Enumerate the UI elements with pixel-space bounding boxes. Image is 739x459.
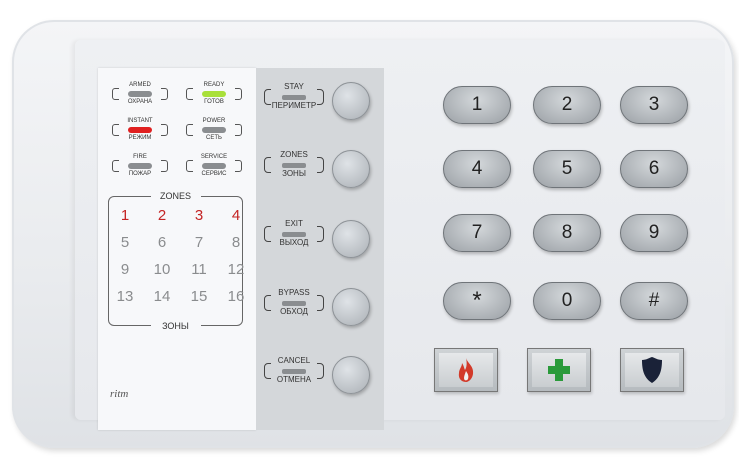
medical-alarm-button[interactable] — [527, 348, 591, 392]
fn-label-bottom: ЗОНЫ — [282, 169, 306, 178]
fn-label-top: ZONES — [280, 150, 308, 159]
led-label-bottom: СЕТЬ — [206, 135, 222, 141]
key-label: * — [472, 287, 482, 314]
led-label-top: READY — [203, 82, 225, 88]
zone-6: 6 — [157, 234, 167, 251]
zones-box: ZONES ЗОНЫ 1 2 3 4 5 6 7 8 9 10 11 12 13 14 15 16 — [108, 191, 244, 331]
key-3[interactable]: 3 — [620, 86, 688, 124]
cancel-button[interactable] — [332, 356, 370, 394]
led-light — [202, 163, 226, 169]
led-label-bottom: ГОТОВ — [204, 99, 224, 105]
zone-11: 11 — [191, 261, 207, 278]
fn-label-bottom: ВЫХОД — [279, 238, 309, 247]
led-ready: READY ГОТОВ — [186, 82, 244, 105]
fn-label-top: STAY — [284, 82, 304, 91]
key-label: 0 — [561, 290, 573, 311]
key-label: 9 — [648, 222, 660, 243]
cancel-label: CANCEL ОТМЕНА — [260, 354, 328, 384]
zones-button[interactable] — [332, 150, 370, 188]
fn-label-bottom: ПЕРИМЕТР — [271, 101, 317, 110]
stay-label: STAY ПЕРИМЕТР — [260, 80, 328, 110]
exit-button[interactable] — [332, 220, 370, 258]
led-service: SERVICE СЕРВИС — [186, 154, 244, 177]
key-6[interactable]: 6 — [620, 150, 688, 188]
led-label-top: ARMED — [129, 82, 151, 88]
bypass-button[interactable] — [332, 288, 370, 326]
zone-2: 2 — [157, 207, 167, 224]
led-label-top: INSTANT — [127, 118, 153, 124]
led-label-bottom: РЕЖИМ — [128, 135, 152, 141]
zone-7: 7 — [194, 234, 204, 251]
led-light — [128, 91, 152, 97]
key-star[interactable]: * — [443, 282, 511, 320]
zone-15: 15 — [190, 288, 208, 305]
led-power: POWER СЕТЬ — [186, 118, 244, 141]
led-armed: ARMED ОХРАНА — [112, 82, 170, 105]
zone-13: 13 — [116, 288, 134, 305]
key-label: 4 — [471, 158, 483, 179]
led-light — [128, 127, 152, 133]
zone-9: 9 — [120, 261, 130, 278]
police-alarm-button[interactable] — [620, 348, 684, 392]
zones-title-top: ZONES — [150, 191, 201, 201]
led-light — [202, 91, 226, 97]
key-0[interactable]: 0 — [533, 282, 601, 320]
fn-label-bottom: ОБХОД — [280, 307, 308, 316]
zone-12: 12 — [227, 261, 245, 278]
key-1[interactable]: 1 — [443, 86, 511, 124]
zone-16: 16 — [227, 288, 245, 305]
led-light — [202, 127, 226, 133]
key-label: 6 — [648, 158, 660, 179]
key-label: 5 — [561, 158, 573, 179]
zone-1: 1 — [120, 207, 130, 224]
led-light — [128, 163, 152, 169]
key-label: 8 — [561, 222, 573, 243]
led-fire: FIRE ПОЖАР — [112, 154, 170, 177]
key-label: 7 — [471, 222, 483, 243]
key-7[interactable]: 7 — [443, 214, 511, 252]
led-label-top: POWER — [202, 118, 226, 124]
brand-logo: ritm — [110, 388, 129, 400]
police-shield-icon — [642, 357, 662, 383]
key-label: 1 — [471, 94, 483, 115]
fn-label-top: EXIT — [285, 219, 303, 228]
zones-title-bottom: ЗОНЫ — [150, 321, 201, 331]
key-4[interactable]: 4 — [443, 150, 511, 188]
exit-label: EXIT ВЫХОД — [260, 217, 328, 247]
zone-10: 10 — [153, 261, 171, 278]
zone-8: 8 — [231, 234, 241, 251]
fn-label-top: BYPASS — [278, 288, 310, 297]
stay-button[interactable] — [332, 82, 370, 120]
fn-label-top: CANCEL — [277, 356, 311, 365]
fire-alarm-button[interactable] — [434, 348, 498, 392]
led-label-bottom: ОХРАНА — [127, 99, 153, 105]
medical-cross-icon — [548, 359, 570, 381]
fn-label-bottom: ОТМЕНА — [276, 375, 312, 384]
fire-icon — [458, 358, 474, 382]
key-5[interactable]: 5 — [533, 150, 601, 188]
zone-5: 5 — [120, 234, 130, 251]
key-2[interactable]: 2 — [533, 86, 601, 124]
key-9[interactable]: 9 — [620, 214, 688, 252]
zones-label: ZONES ЗОНЫ — [260, 148, 328, 178]
led-label-bottom: ПОЖАР — [128, 171, 152, 177]
bypass-label: BYPASS ОБХОД — [260, 286, 328, 316]
led-label-top: SERVICE — [200, 154, 228, 160]
led-label-top: FIRE — [133, 154, 147, 160]
led-instant: INSTANT РЕЖИМ — [112, 118, 170, 141]
zone-14: 14 — [153, 288, 171, 305]
key-hash[interactable]: # — [620, 282, 688, 320]
key-label: 2 — [561, 94, 573, 115]
key-label: # — [648, 290, 660, 311]
key-label: 3 — [648, 94, 660, 115]
key-8[interactable]: 8 — [533, 214, 601, 252]
led-label-bottom: СЕРВИС — [201, 171, 227, 177]
zone-4: 4 — [231, 207, 241, 224]
zone-3: 3 — [194, 207, 204, 224]
